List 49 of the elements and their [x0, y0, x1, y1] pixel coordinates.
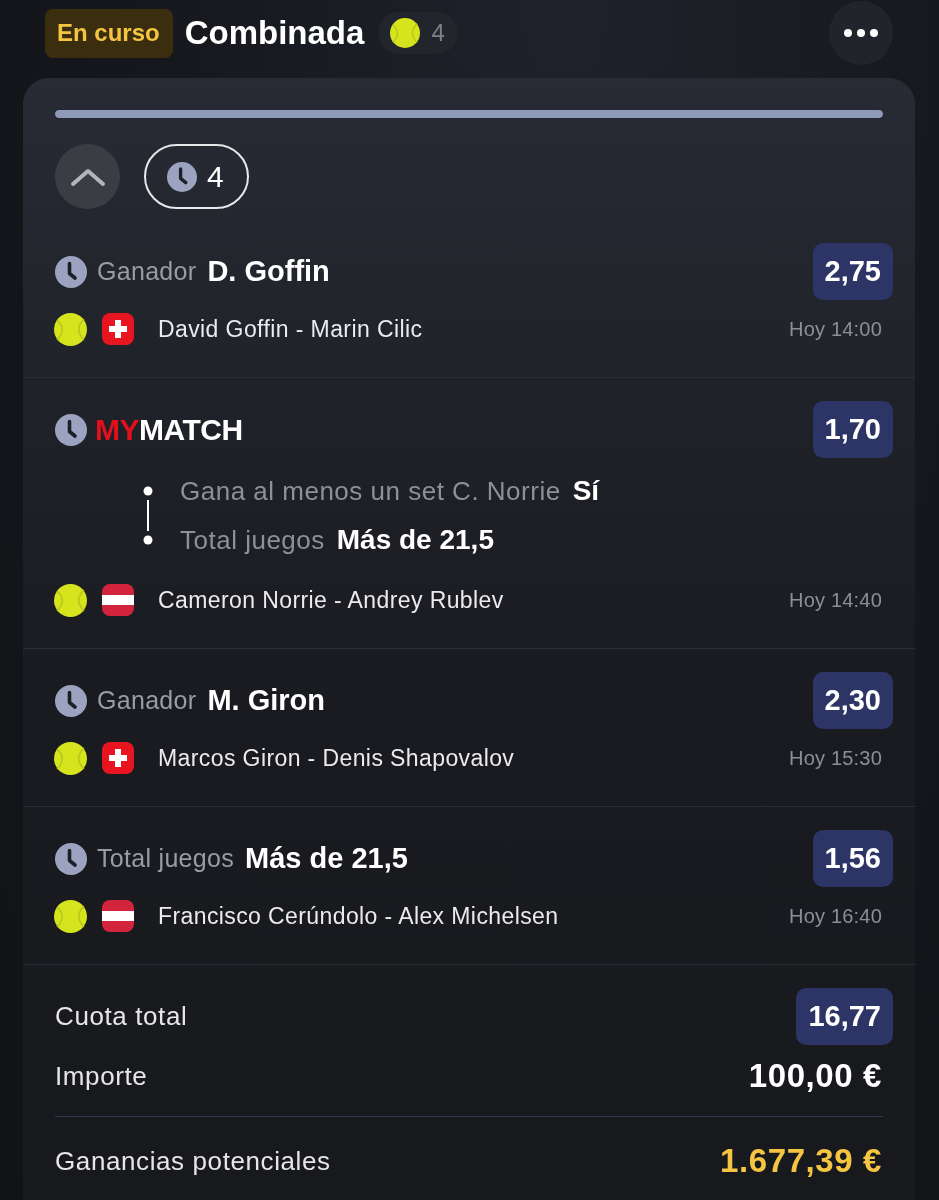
odds-pill: 1,56 — [812, 830, 893, 887]
payout-label: Ganancias potenciales — [55, 1145, 331, 1177]
swiss-flag-icon — [102, 313, 134, 345]
tennis-ball-icon — [54, 741, 87, 775]
pick-label: M. Giron — [207, 684, 325, 717]
stake-label: Importe — [55, 1060, 148, 1092]
payout-amount: 1.677,39 € — [720, 1142, 882, 1180]
match-name: Cameron Norrie - Andrey Rublev — [158, 586, 504, 614]
stake-amount: 100,00 € — [748, 1057, 882, 1095]
swiss-flag-icon — [102, 742, 134, 774]
clock-icon — [167, 161, 197, 192]
market-label: Ganador — [97, 686, 197, 715]
austrian-flag-icon — [102, 584, 134, 616]
tennis-ball-icon — [54, 312, 87, 346]
chevron-up-icon — [69, 166, 106, 187]
match-time: Hoy 14:40 — [789, 588, 882, 612]
match-time: Hoy 16:40 — [789, 904, 882, 928]
odds-pill: 1,70 — [812, 401, 893, 458]
clock-icon — [55, 684, 87, 717]
match-name: Marcos Giron - Denis Shapovalov — [158, 744, 515, 772]
match-name: Francisco Cerúndolo - Alex Michelsen — [158, 902, 559, 930]
sport-count: 4 — [431, 19, 445, 47]
match-name: David Goffin - Marin Cilic — [158, 315, 423, 343]
total-odds-label: Cuota total — [55, 1001, 188, 1032]
pending-filter-chip[interactable]: 4 — [144, 144, 249, 209]
pick-label: Más de 21,5 — [336, 524, 494, 556]
pick-label: Sí — [572, 475, 600, 507]
market-label: Ganador — [97, 257, 197, 286]
tennis-ball-icon — [54, 899, 87, 933]
tennis-ball-icon — [54, 583, 87, 617]
market-label: Total juegos — [97, 844, 235, 873]
market-label: Gana al menos un set C. Norrie — [180, 476, 561, 507]
clock-icon — [55, 842, 87, 875]
mymatch-logo: MYMATCH — [95, 412, 243, 447]
pick-label: Más de 21,5 — [245, 842, 408, 875]
match-time: Hoy 15:30 — [789, 746, 882, 770]
tennis-ball-icon — [390, 18, 421, 48]
odds-pill: 2,30 — [812, 672, 893, 729]
clock-icon — [55, 255, 87, 288]
austrian-flag-icon — [102, 900, 134, 932]
odds-pill: 2,75 — [812, 243, 893, 300]
more-icon — [844, 29, 878, 37]
market-label: Total juegos — [180, 525, 325, 556]
total-odds-pill: 16,77 — [796, 988, 893, 1045]
match-time: Hoy 14:00 — [789, 317, 882, 341]
status-badge: En curso — [45, 8, 173, 58]
pick-label: D. Goffin — [207, 255, 330, 288]
clock-icon — [55, 413, 87, 446]
bet-title: Combinada — [184, 14, 365, 52]
